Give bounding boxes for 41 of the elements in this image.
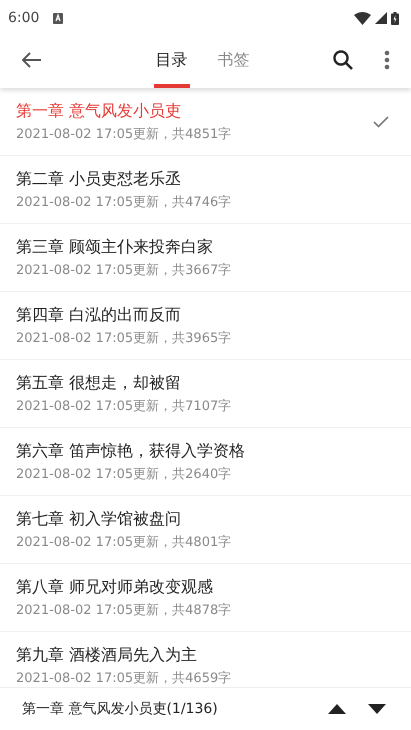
chapter-item[interactable]: 第五章 很想走，却被留 2021-08-02 17:05更新，共7107字 xyxy=(0,360,411,428)
chapter-info: 2021-08-02 17:05更新，共4878字 xyxy=(16,602,232,618)
chapter-title: 第八章 师兄对师弟改变观感 xyxy=(16,576,214,598)
chapter-info: 2021-08-02 17:05更新，共7107字 xyxy=(16,398,232,414)
chapter-title: 第二章 小员吏怼老乐丞 xyxy=(16,168,182,190)
current-chapter: 第一章 意气风发小员吏(1/136) xyxy=(22,700,218,718)
search-icon xyxy=(332,49,354,71)
chapter-info: 2021-08-02 17:05更新，共4659字 xyxy=(16,670,232,686)
chapter-title: 第九章 酒楼酒局先入为主 xyxy=(16,644,198,666)
chapter-info: 2021-08-02 17:05更新，共2640字 xyxy=(16,466,232,482)
triangle-up-icon xyxy=(328,704,346,714)
signal-icon xyxy=(375,12,387,24)
arrow-left-icon xyxy=(22,52,42,68)
chapter-title: 第三章 顾颂主仆来投奔白家 xyxy=(16,236,214,258)
status-time: 6:00 xyxy=(8,10,40,26)
chapter-info: 2021-08-02 17:05更新，共4801字 xyxy=(16,534,232,550)
chapter-info: 2021-08-02 17:05更新，共4746字 xyxy=(16,194,232,210)
chapter-item[interactable]: 第三章 顾颂主仆来投奔白家 2021-08-02 17:05更新，共3667字 xyxy=(0,224,411,292)
more-icon xyxy=(384,50,390,70)
triangle-down-icon xyxy=(368,704,386,714)
chapter-item[interactable]: 第二章 小员吏怼老乐丞 2021-08-02 17:05更新，共4746字 xyxy=(0,156,411,224)
battery-icon xyxy=(391,12,399,24)
tab[interactable]: 目录 xyxy=(154,32,190,88)
chapter-info: 2021-08-02 17:05更新，共4851字 xyxy=(16,126,232,142)
chapter-item[interactable]: 第一章 意气风发小员吏 2021-08-02 17:05更新，共4851字 xyxy=(0,88,411,156)
chapter-item[interactable]: 第七章 初入学馆被盘问 2021-08-02 17:05更新，共4801字 xyxy=(0,496,411,564)
notification-icon xyxy=(53,12,64,24)
chapter-title: 第六章 笛声惊艳，获得入学资格 xyxy=(16,440,246,462)
check-icon xyxy=(373,116,389,128)
chapter-item[interactable]: 第六章 笛声惊艳，获得入学资格 2021-08-02 17:05更新，共2640字 xyxy=(0,428,411,496)
chapter-title: 第一章 意气风发小员吏 xyxy=(16,100,182,122)
chapter-title: 第七章 初入学馆被盘问 xyxy=(16,508,182,530)
chapter-info: 2021-08-02 17:05更新，共3965字 xyxy=(16,330,232,346)
chapter-item[interactable]: 第九章 酒楼酒局先入为主 2021-08-02 17:05更新，共4659字 xyxy=(0,632,411,687)
chapter-title: 第五章 很想走，却被留 xyxy=(16,372,182,394)
chapter-item[interactable]: 第四章 白泓的出而反而 2021-08-02 17:05更新，共3965字 xyxy=(0,292,411,360)
tab[interactable]: 书签 xyxy=(216,32,252,88)
chapter-info: 2021-08-02 17:05更新，共3667字 xyxy=(16,262,232,278)
chapter-item[interactable]: 第八章 师兄对师弟改变观感 2021-08-02 17:05更新，共4878字 xyxy=(0,564,411,632)
wifi-icon xyxy=(354,12,371,24)
chapter-title: 第四章 白泓的出而反而 xyxy=(16,304,182,326)
